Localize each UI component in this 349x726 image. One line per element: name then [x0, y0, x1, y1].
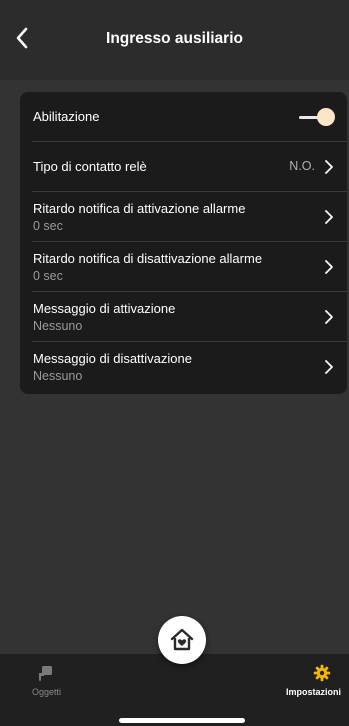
bottom-nav: Oggetti Impostazioni: [0, 654, 349, 726]
chevron-right-icon: [325, 260, 333, 274]
nav-label-objects: Oggetti: [32, 687, 62, 697]
header: Ingresso ausiliario: [0, 0, 349, 80]
chevron-right-icon: [325, 310, 333, 324]
nav-item-objects[interactable]: Oggetti: [0, 654, 90, 714]
nav-label-settings: Impostazioni: [285, 687, 341, 697]
activation-delay-value: 0 sec: [33, 219, 63, 233]
home-indicator: [119, 718, 245, 723]
gear-icon: [313, 664, 331, 682]
relay-contact-label: Tipo di contatto relè: [33, 159, 147, 174]
activation-message-label: Messaggio di attivazione: [33, 301, 176, 316]
home-button[interactable]: [158, 616, 206, 664]
deactivation-delay-value: 0 sec: [33, 269, 63, 283]
nav-item-settings[interactable]: Impostazioni: [259, 654, 349, 714]
activation-delay-label: Ritardo notifica di attivazione allarme: [33, 201, 246, 216]
toggle-knob: [317, 108, 335, 126]
activation-message-value: Nessuno: [33, 319, 83, 333]
chevron-right-icon: [325, 360, 333, 374]
deactivation-delay-label: Ritardo notifica di disattivazione allar…: [33, 251, 263, 266]
deactivation-message-value: Nessuno: [33, 369, 83, 383]
page-title: Ingresso ausiliario: [106, 30, 243, 47]
settings-card: Abilitazione Tipo di contatto relè N.O. …: [20, 92, 347, 394]
home-heart-icon: [170, 628, 194, 651]
screen: Ingresso ausiliario Abilitazione Tipo di…: [0, 0, 349, 726]
enable-label: Abilitazione: [33, 109, 100, 124]
activation-delay-row[interactable]: Ritardo notifica di attivazione allarme …: [20, 192, 347, 242]
deactivation-delay-row[interactable]: Ritardo notifica di disattivazione allar…: [20, 242, 347, 292]
plug-icon: [39, 666, 52, 681]
deactivation-message-row[interactable]: Messaggio di disattivazione Nessuno: [20, 342, 347, 392]
activation-message-row[interactable]: Messaggio di attivazione Nessuno: [20, 292, 347, 342]
enable-toggle[interactable]: [299, 107, 335, 127]
enable-row: Abilitazione: [20, 92, 347, 142]
chevron-right-icon: [325, 160, 333, 174]
chevron-right-icon: [325, 210, 333, 224]
relay-contact-value: N.O.: [289, 159, 315, 173]
relay-contact-row[interactable]: Tipo di contatto relè N.O.: [20, 142, 347, 192]
deactivation-message-label: Messaggio di disattivazione: [33, 351, 192, 366]
